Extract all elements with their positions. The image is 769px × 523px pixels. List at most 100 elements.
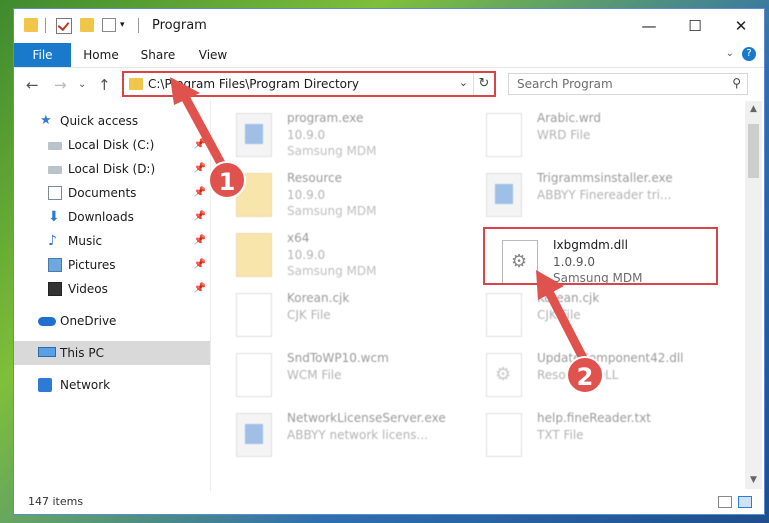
document-icon — [236, 353, 272, 397]
pin-icon[interactable]: 📌 — [194, 253, 206, 277]
dll-icon — [486, 353, 522, 397]
music-icon: ♪ — [48, 233, 57, 249]
sidebar-item-label: Videos — [68, 282, 108, 296]
properties-icon[interactable] — [56, 18, 72, 34]
file-item[interactable]: NetworkLicenseServer.exe ABBYY network l… — [232, 409, 462, 465]
file-item[interactable]: Arabic.wrd WRD File — [482, 109, 712, 165]
sidebar-item-label: Local Disk (C:) — [68, 138, 155, 152]
minimize-button[interactable]: — — [626, 9, 672, 43]
step-2-badge: 2 — [566, 356, 604, 394]
back-button[interactable]: ← — [26, 76, 39, 94]
tab-home[interactable]: Home — [76, 43, 126, 67]
sidebar-item-label: Quick access — [60, 114, 139, 128]
file-name: SndToWP10.wcm — [287, 351, 389, 365]
scroll-down-icon[interactable]: ▼ — [745, 472, 762, 489]
close-button[interactable]: ✕ — [718, 9, 764, 43]
file-name: Korean.cjk — [287, 291, 350, 305]
download-icon: ⬇ — [48, 209, 60, 225]
file-name: Trigrammsinstaller.exe — [537, 171, 673, 185]
search-icon[interactable]: ⚲ — [732, 76, 741, 90]
file-name: NetworkLicenseServer.exe — [287, 411, 446, 425]
cloud-icon — [38, 317, 56, 326]
file-version: 10.9.0 — [287, 128, 326, 142]
file-type: ABBYY network licens... — [287, 428, 428, 442]
sidebar-item-label: Music — [68, 234, 103, 248]
sidebar-item-onedrive[interactable]: OneDrive — [14, 309, 210, 333]
sidebar-item-this-pc[interactable]: This PC — [14, 341, 210, 365]
chevron-down-icon[interactable]: ⌄ — [459, 76, 468, 89]
star-icon: ★ — [40, 113, 52, 128]
scroll-thumb[interactable] — [748, 124, 759, 178]
document-icon — [486, 413, 522, 457]
file-item[interactable]: x64 10.9.0 Samsung MDM — [232, 229, 462, 285]
vertical-scrollbar[interactable]: ▲ ▼ — [745, 101, 762, 489]
navigation-bar: ← → ⌄ ↑ C:\Program Files\Program Directo… — [14, 67, 764, 102]
title-bar: ▾ Program — ☐ ✕ — [14, 9, 764, 43]
file-item[interactable]: help.fineReader.txt TXT File — [482, 409, 712, 465]
maximize-button[interactable]: ☐ — [672, 9, 718, 43]
forward-button[interactable]: → — [54, 76, 67, 94]
file-company: Samsung MDM — [287, 264, 377, 278]
pin-icon[interactable]: 📌 — [194, 277, 206, 301]
new-folder-icon[interactable] — [80, 18, 94, 32]
divider — [138, 18, 139, 33]
sidebar-item-music[interactable]: ♪ Music 📌 — [14, 229, 210, 253]
ribbon-tabs: File Home Share View ⌄ ? — [14, 43, 764, 67]
sidebar-item-pictures[interactable]: Pictures 📌 — [14, 253, 210, 277]
file-name: Resource — [287, 171, 343, 185]
up-button[interactable]: ↑ — [98, 76, 111, 94]
help-icon[interactable]: ? — [742, 47, 756, 61]
file-type: ABBYY Finereader tri... — [537, 188, 672, 202]
file-item[interactable]: SndToWP10.wcm WCM File — [232, 349, 462, 405]
file-type: WRD File — [537, 128, 591, 142]
recent-locations-button[interactable]: ⌄ — [78, 79, 86, 90]
customize-icon[interactable] — [102, 18, 116, 32]
file-name: program.exe — [287, 111, 364, 125]
tab-view[interactable]: View — [190, 43, 236, 67]
scroll-up-icon[interactable]: ▲ — [745, 101, 762, 118]
tab-share[interactable]: Share — [134, 43, 182, 67]
dropdown-icon[interactable]: ▾ — [120, 18, 134, 32]
sidebar-item-label: Network — [60, 378, 111, 392]
pin-icon[interactable]: 📌 — [194, 205, 206, 229]
expand-ribbon-icon[interactable]: ⌄ — [726, 48, 734, 59]
document-icon — [236, 293, 272, 337]
file-type: TXT File — [537, 428, 584, 442]
file-item[interactable]: Resource 10.9.0 Samsung MDM — [232, 169, 462, 225]
network-icon — [38, 378, 52, 392]
drive-icon — [48, 166, 62, 174]
file-list: program.exe 10.9.0 Samsung MDM Arabic.wr… — [232, 101, 742, 489]
drive-icon — [48, 142, 62, 150]
app-icon — [486, 173, 522, 217]
document-icon — [486, 113, 522, 157]
refresh-button[interactable]: ↻ — [473, 73, 494, 95]
sidebar-item-videos[interactable]: Videos 📌 — [14, 277, 210, 301]
sidebar-item-label: Downloads — [68, 210, 134, 224]
status-bar: 147 items — [14, 491, 764, 514]
folder-icon — [236, 233, 272, 277]
sidebar-item-label: This PC — [60, 346, 104, 360]
search-input[interactable]: Search Program ⚲ — [508, 73, 748, 95]
file-item[interactable]: Trigrammsinstaller.exe ABBYY Finereader … — [482, 169, 712, 225]
file-version: 10.9.0 — [287, 248, 326, 262]
file-item[interactable]: program.exe 10.9.0 Samsung MDM — [232, 109, 462, 165]
file-type: CJK File — [287, 308, 331, 322]
sidebar-item-network[interactable]: Network — [14, 373, 210, 397]
sidebar-item-label: Local Disk (D:) — [68, 162, 156, 176]
app-icon — [236, 413, 272, 457]
divider — [45, 18, 46, 33]
folder-icon — [129, 78, 143, 90]
details-view-icon[interactable] — [718, 496, 732, 508]
computer-icon — [38, 347, 56, 357]
large-icons-view-icon[interactable] — [738, 496, 752, 508]
search-placeholder: Search Program — [517, 77, 613, 91]
file-company: Samsung MDM — [287, 144, 377, 158]
tab-file[interactable]: File — [14, 43, 71, 67]
sidebar-item-downloads[interactable]: ⬇ Downloads 📌 — [14, 205, 210, 229]
pin-icon[interactable]: 📌 — [194, 229, 206, 253]
file-item[interactable]: Korean.cjk CJK File — [232, 289, 462, 345]
documents-icon — [48, 186, 62, 200]
file-name: help.fineReader.txt — [537, 411, 651, 425]
sidebar-item-label: Pictures — [68, 258, 116, 272]
folder-icon[interactable] — [24, 18, 38, 32]
